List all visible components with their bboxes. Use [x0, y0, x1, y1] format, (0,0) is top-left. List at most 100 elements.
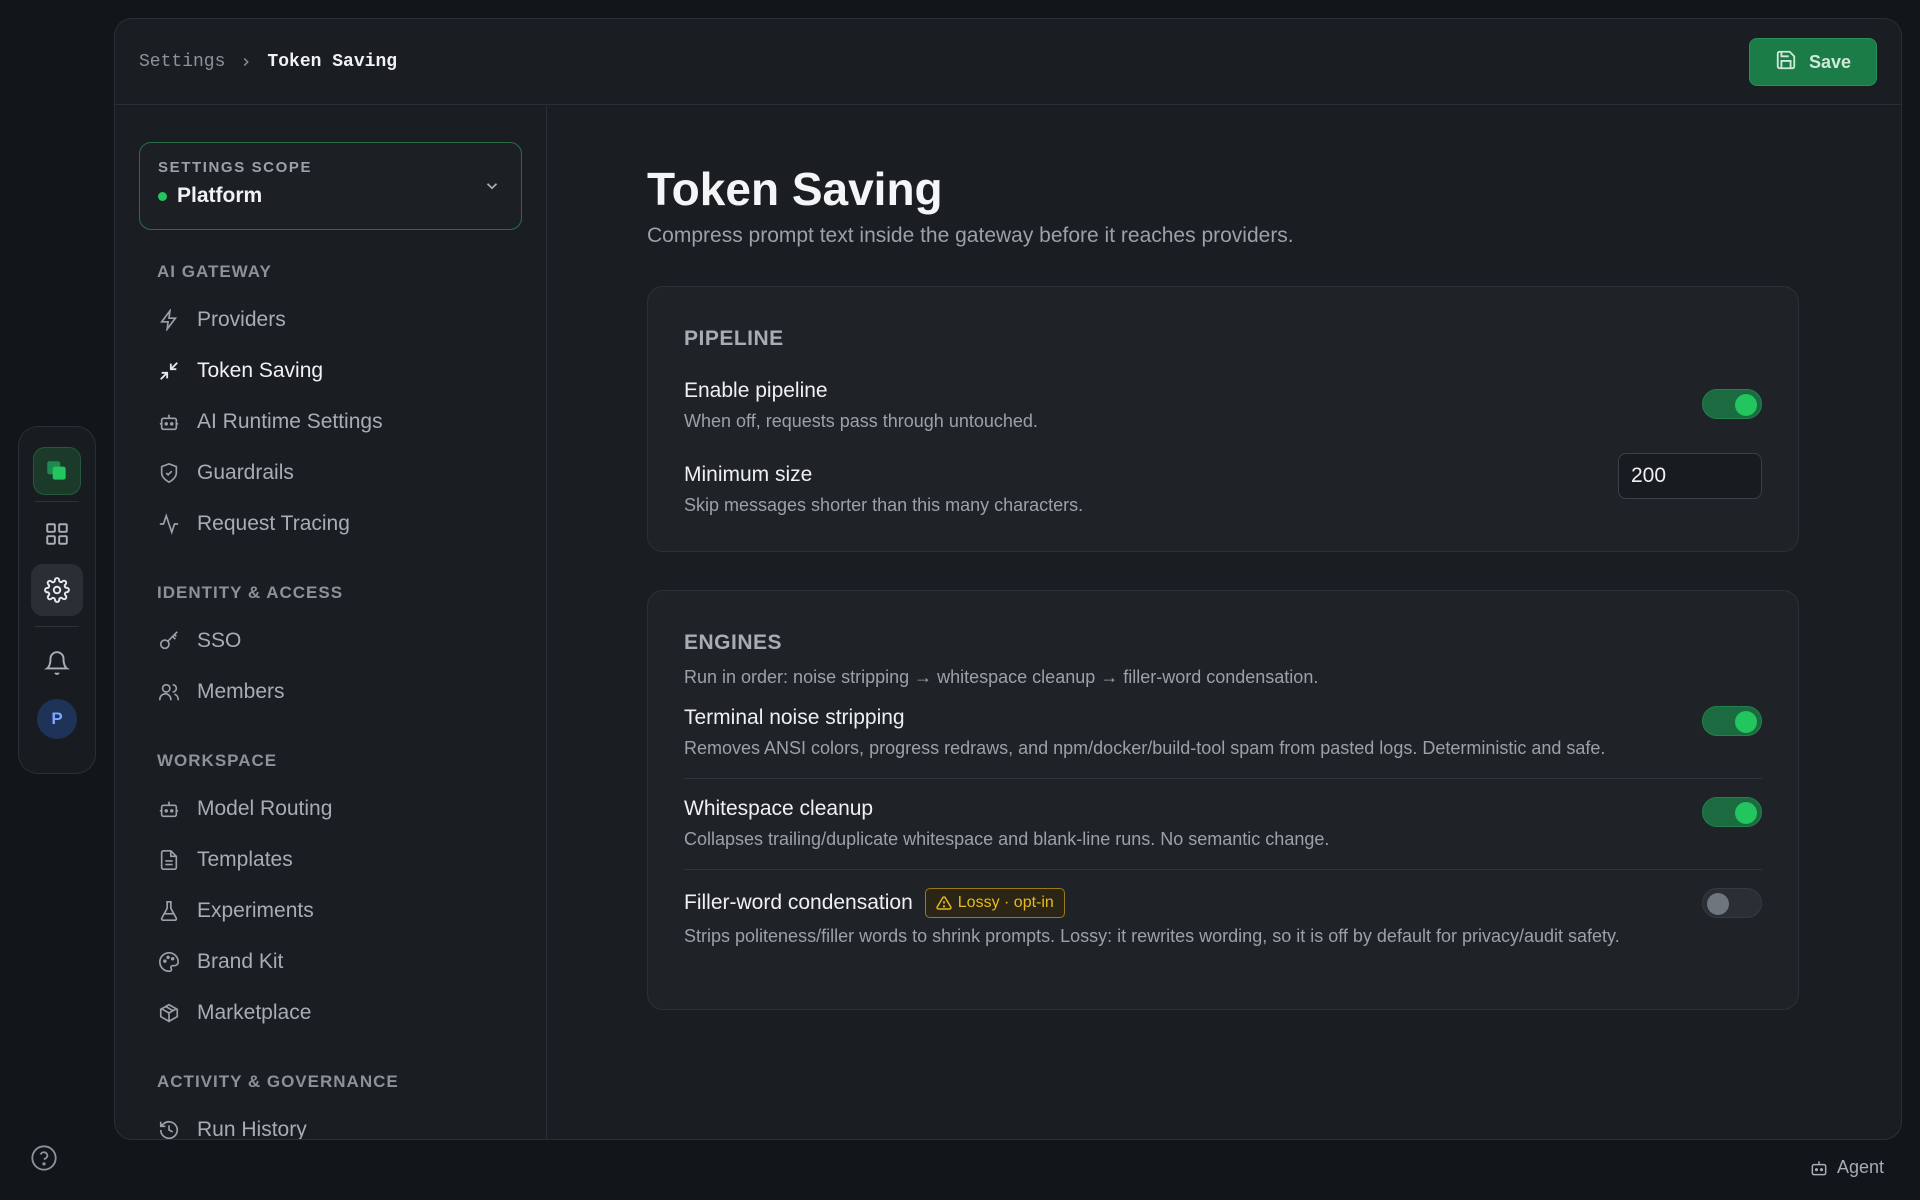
users-icon	[157, 680, 181, 704]
nav-item-marketplace[interactable]: Marketplace	[139, 987, 522, 1038]
nav-item-guardrails[interactable]: Guardrails	[139, 447, 522, 498]
nav-item-label: Guardrails	[197, 460, 294, 484]
nav-item-request-tracing[interactable]: Request Tracing	[139, 498, 522, 549]
nav-item-token-saving[interactable]: Token Saving	[139, 345, 522, 396]
nav-item-label: Templates	[197, 847, 293, 871]
settings-gear-icon[interactable]	[31, 564, 83, 616]
scope-value-text: Platform	[177, 184, 263, 207]
settings-scope-select[interactable]: SETTINGS SCOPE Platform	[139, 142, 522, 230]
grid-icon[interactable]	[31, 508, 83, 560]
bot-icon	[157, 410, 181, 434]
engine-desc: Collapses trailing/duplicate whitespace …	[684, 829, 1330, 849]
breadcrumb-current: Token Saving	[267, 51, 398, 72]
engines-card: ENGINES Run in order: noise stripping → …	[647, 590, 1799, 1010]
nav-item-experiments[interactable]: Experiments	[139, 885, 522, 936]
rail-divider	[35, 501, 79, 502]
nav-item-members[interactable]: Members	[139, 666, 522, 717]
user-avatar[interactable]: P	[37, 699, 77, 739]
nav-item-run-history[interactable]: Run History	[139, 1104, 522, 1140]
status-dot	[158, 191, 167, 201]
help-icon[interactable]	[30, 1144, 58, 1177]
package-icon	[157, 1001, 181, 1025]
settings-nav: SETTINGS SCOPE Platform AI GATEWAY Provi…	[115, 106, 547, 1139]
nav-item-sso[interactable]: SSO	[139, 615, 522, 666]
breadcrumb: Settings Token Saving	[139, 52, 397, 72]
toggle-knob	[1707, 893, 1729, 915]
shield-check-icon	[157, 461, 181, 485]
engine-label-row: Filler-word condensation Lossy · opt-in	[684, 888, 1762, 918]
nav-item-label: Model Routing	[197, 796, 333, 820]
engine-label: Terminal noise stripping	[684, 706, 905, 729]
engine-desc: Strips politeness/filler words to shrink…	[684, 926, 1620, 946]
palette-icon	[157, 950, 181, 974]
nav-item-label: Request Tracing	[197, 511, 350, 535]
flask-icon	[157, 899, 181, 923]
engines-title: ENGINES	[684, 631, 783, 654]
nav-item-label: SSO	[197, 628, 242, 652]
activity-icon	[157, 512, 181, 536]
nav-heading-activity: ACTIVITY & GOVERNANCE	[157, 1072, 399, 1091]
toggle-knob	[1735, 711, 1757, 733]
enable-pipeline-label: Enable pipeline	[684, 379, 828, 402]
nav-item-templates[interactable]: Templates	[139, 834, 522, 885]
key-icon	[157, 629, 181, 653]
nav-item-label: Run History	[197, 1117, 307, 1140]
nav-item-label: Token Saving	[197, 358, 324, 382]
agent-label: Agent	[1836, 1157, 1884, 1177]
enable-pipeline-toggle[interactable]	[1702, 389, 1762, 419]
bot-icon	[1809, 1158, 1829, 1178]
toggle-knob	[1735, 802, 1757, 824]
breadcrumb-settings[interactable]: Settings	[139, 52, 225, 72]
minimum-size-input[interactable]	[1618, 453, 1762, 499]
nav-item-label: Members	[197, 679, 285, 703]
save-button[interactable]: Save	[1749, 38, 1877, 86]
scope-label: SETTINGS SCOPE	[158, 159, 313, 176]
nav-item-label: AI Runtime Settings	[197, 409, 383, 433]
nav-item-ai-runtime-settings[interactable]: AI Runtime Settings	[139, 396, 522, 447]
badge-label: Lossy · opt-in	[957, 894, 1054, 911]
terminal-noise-toggle[interactable]	[1702, 706, 1762, 736]
engine-row-whitespace: Whitespace cleanup Collapses trailing/du…	[684, 778, 1762, 869]
content-area: Token Saving Compress prompt text inside…	[647, 106, 1901, 1139]
top-bar: Settings Token Saving Save	[115, 19, 1901, 105]
enable-pipeline-desc: When off, requests pass through untouche…	[684, 411, 1038, 431]
engine-row-terminal-noise: Terminal noise stripping Removes ANSI co…	[684, 706, 1762, 778]
nav-item-providers[interactable]: Providers	[139, 294, 522, 345]
engines-desc: Run in order: noise stripping → whitespa…	[684, 667, 1319, 687]
nav-heading-workspace: WORKSPACE	[157, 751, 278, 770]
nav-heading-ai-gateway: AI GATEWAY	[157, 262, 272, 281]
whitespace-toggle[interactable]	[1702, 797, 1762, 827]
rail-divider	[35, 626, 79, 627]
warning-icon	[936, 895, 952, 911]
bot-icon	[157, 797, 181, 821]
nav-item-label: Brand Kit	[197, 949, 284, 973]
lossy-badge: Lossy · opt-in	[924, 888, 1065, 918]
minimum-size-desc: Skip messages shorter than this many cha…	[684, 495, 1084, 515]
filler-word-toggle[interactable]	[1702, 888, 1762, 918]
scope-value: Platform	[158, 184, 503, 208]
pipeline-title: PIPELINE	[684, 327, 784, 350]
minimum-size-row: Minimum size Skip messages shorter than …	[684, 453, 1762, 517]
bell-icon[interactable]	[31, 637, 83, 689]
page-subtitle: Compress prompt text inside the gateway …	[647, 224, 1294, 247]
nav-item-brand-kit[interactable]: Brand Kit	[139, 936, 522, 987]
page-title: Token Saving	[647, 163, 943, 215]
nav-heading-identity: IDENTITY & ACCESS	[157, 583, 344, 602]
nav-item-label: Marketplace	[197, 1000, 312, 1024]
nav-item-label: Providers	[197, 307, 286, 331]
chevron-right-icon	[239, 55, 253, 69]
minimum-size-label: Minimum size	[684, 463, 813, 486]
agent-button[interactable]: Agent	[1809, 1157, 1884, 1178]
toggle-knob	[1735, 394, 1757, 416]
pipeline-card: PIPELINE Enable pipeline When off, reque…	[647, 286, 1799, 552]
engine-desc: Removes ANSI colors, progress redraws, a…	[684, 738, 1606, 758]
nav-item-model-routing[interactable]: Model Routing	[139, 783, 522, 834]
history-icon	[157, 1118, 181, 1140]
bolt-icon	[157, 308, 181, 332]
icon-rail: P	[18, 426, 96, 774]
engine-label: Filler-word condensation	[684, 891, 913, 914]
app-logo-icon[interactable]	[33, 447, 81, 495]
enable-pipeline-row: Enable pipeline When off, requests pass …	[684, 379, 1762, 433]
nav-item-label: Experiments	[197, 898, 314, 922]
save-button-label: Save	[1808, 51, 1852, 72]
